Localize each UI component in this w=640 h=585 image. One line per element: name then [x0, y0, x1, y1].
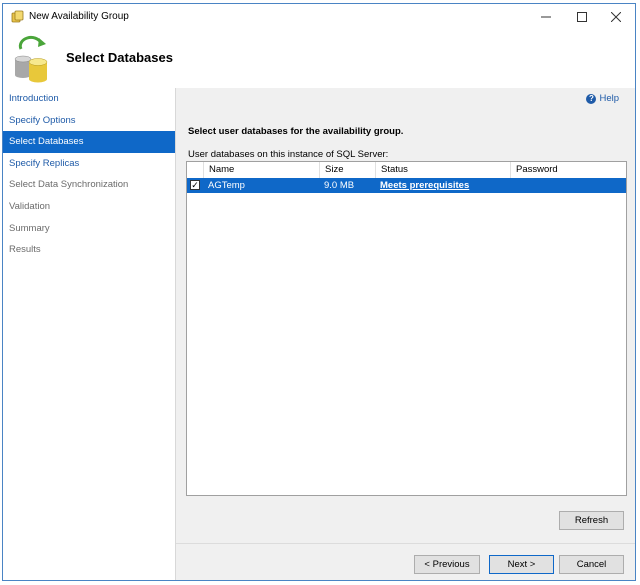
grid-caption: User databases on this instance of SQL S…: [188, 149, 389, 160]
help-label: Help: [599, 93, 619, 104]
database-sync-icon: [14, 35, 48, 83]
nav-item-summary: Summary: [9, 222, 50, 234]
title-bar: New Availability Group: [3, 4, 635, 30]
status-link[interactable]: Meets prerequisites: [380, 180, 469, 191]
database-size-cell: 9.0 MB: [324, 180, 355, 191]
close-icon: [611, 12, 621, 22]
nav-item-results: Results: [9, 244, 41, 256]
database-name-cell: AGTemp: [208, 180, 245, 191]
next-button[interactable]: Next >: [489, 555, 554, 574]
column-header-select: [187, 162, 203, 178]
databases-grid[interactable]: Name Size Status Password ✓ AGTemp 9.0 M…: [186, 161, 627, 496]
column-header-size[interactable]: Size: [319, 162, 375, 178]
column-header-name[interactable]: Name: [203, 162, 319, 178]
section-heading: Select user databases for the availabili…: [188, 126, 404, 137]
help-icon: ?: [586, 93, 597, 104]
window-title: New Availability Group: [29, 11, 129, 22]
page-title: Select Databases: [66, 50, 173, 65]
help-link[interactable]: ? Help: [586, 93, 619, 104]
previous-button[interactable]: < Previous: [414, 555, 480, 574]
database-status-cell: Meets prerequisites: [375, 178, 510, 193]
app-icon: [11, 10, 24, 23]
nav-item-select-data-synchronization: Select Data Synchronization: [9, 179, 129, 191]
footer-divider: [176, 543, 635, 544]
content-panel: ? Help Select user databases for the ava…: [176, 88, 635, 580]
nav-item-validation: Validation: [9, 200, 51, 212]
nav-item-specify-options[interactable]: Specify Options: [3, 110, 175, 132]
wizard-header: Select Databases: [3, 30, 635, 88]
minimize-button[interactable]: [527, 4, 565, 30]
minimize-icon: [541, 16, 551, 18]
nav-item-select-databases[interactable]: Select Databases: [3, 131, 175, 153]
database-password-cell[interactable]: [510, 178, 626, 193]
column-header-password[interactable]: Password: [510, 162, 626, 178]
nav-item-specify-replicas[interactable]: Specify Replicas: [3, 153, 175, 175]
refresh-button[interactable]: Refresh: [559, 511, 624, 530]
table-row[interactable]: ✓ AGTemp 9.0 MB Meets prerequisites: [187, 178, 626, 193]
wizard-window: New Availability Group Select Databases …: [2, 3, 636, 581]
grid-header: Name Size Status Password: [187, 162, 626, 179]
row-select-checkbox[interactable]: ✓: [190, 180, 200, 190]
maximize-button[interactable]: [563, 4, 601, 30]
cancel-button[interactable]: Cancel: [559, 555, 624, 574]
maximize-icon: [577, 12, 587, 22]
column-header-status[interactable]: Status: [375, 162, 510, 178]
nav-item-introduction[interactable]: Introduction: [3, 88, 175, 110]
close-button[interactable]: [597, 4, 635, 30]
wizard-nav: Introduction Specify Options Select Data…: [3, 88, 176, 580]
